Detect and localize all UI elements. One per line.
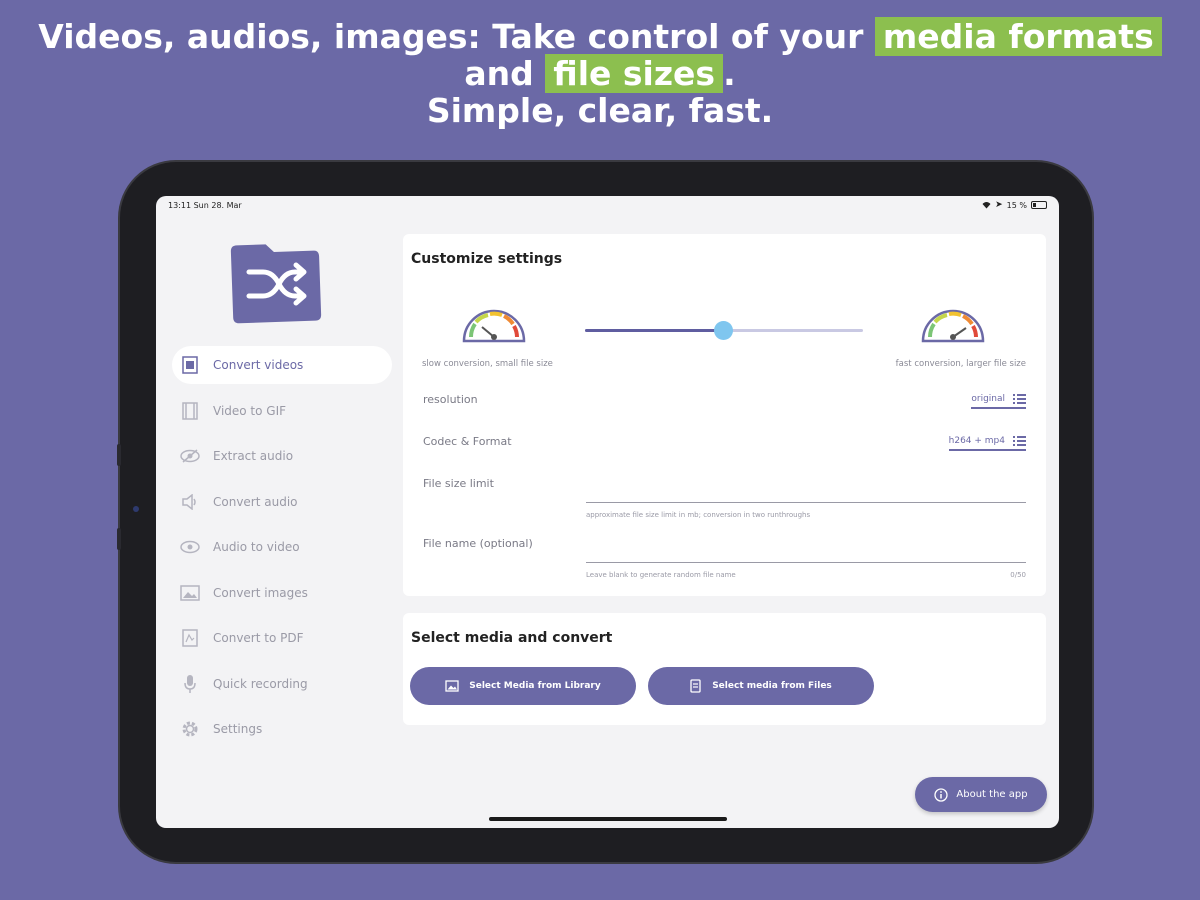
- fast-speed-gauge-icon: [921, 309, 985, 343]
- sidebar-item-convert-audio[interactable]: Convert audio: [172, 483, 392, 521]
- fast-conversion-label: fast conversion, larger file size: [895, 359, 1026, 369]
- pdf-icon: [180, 628, 200, 648]
- file-name-hint: Leave blank to generate random file name: [586, 571, 736, 579]
- slider-thumb[interactable]: [714, 321, 733, 340]
- battery-percent: 15 %: [1006, 200, 1027, 210]
- list-icon: [1013, 436, 1026, 446]
- film-icon: [180, 401, 200, 421]
- sidebar-item-label: Convert videos: [213, 358, 304, 372]
- about-button-label: About the app: [956, 789, 1028, 800]
- headline-line1: Videos, audios, images: Take control of …: [38, 17, 875, 56]
- home-indicator: [489, 817, 727, 821]
- image-icon: [180, 583, 200, 603]
- file-name-label: File name (optional): [423, 537, 533, 550]
- app-screen: 13:11 Sun 28. Mar ➤ 15 % Convert videos …: [156, 196, 1059, 828]
- customize-settings-title: Customize settings: [411, 251, 563, 267]
- document-icon: [690, 679, 701, 693]
- files-button-label: Select media from Files: [712, 681, 832, 691]
- camera-icon: [133, 506, 139, 512]
- file-size-limit-label: File size limit: [423, 477, 494, 490]
- sidebar-item-label: Quick recording: [213, 676, 308, 691]
- sidebar-item-label: Settings: [213, 722, 263, 736]
- headline-highlight-formats: media formats: [874, 17, 1162, 56]
- codec-format-value: h264 + mp4: [948, 436, 1005, 446]
- sidebar-item-convert-to-pdf[interactable]: Convert to PDF: [172, 619, 392, 657]
- resolution-select[interactable]: original: [971, 394, 1026, 409]
- list-icon: [1013, 394, 1026, 404]
- sidebar-item-label: Extract audio: [213, 449, 294, 463]
- eye-icon: [180, 537, 200, 557]
- resolution-value: original: [971, 394, 1005, 404]
- status-time: 13:11 Sun 28. Mar: [168, 201, 242, 210]
- codec-format-select[interactable]: h264 + mp4: [948, 436, 1026, 451]
- slow-speed-gauge-icon: [462, 309, 526, 343]
- select-media-title: Select media and convert: [411, 630, 613, 646]
- customize-settings-card: Customize settings slow conversion, smal…: [403, 234, 1046, 596]
- file-name-input[interactable]: [586, 562, 1026, 563]
- sidebar-item-convert-videos[interactable]: Convert videos: [172, 346, 392, 384]
- headline-line2-end: .: [723, 54, 736, 93]
- gear-icon: [180, 719, 200, 739]
- headline-highlight-sizes: file sizes: [545, 54, 724, 93]
- sidebar-item-extract-audio[interactable]: Extract audio: [172, 437, 392, 475]
- sidebar-item-label: Convert images: [213, 585, 308, 600]
- conversion-speed-slider[interactable]: [585, 321, 863, 340]
- resolution-label: resolution: [423, 393, 478, 406]
- marketing-headline: Videos, audios, images: Take control of …: [0, 17, 1200, 130]
- eye-slash-icon: [180, 446, 200, 466]
- slider-fill: [585, 329, 724, 332]
- file-name-counter: 0/50: [1010, 571, 1026, 579]
- slow-conversion-label: slow conversion, small file size: [422, 359, 553, 369]
- sidebar-item-convert-images[interactable]: Convert images: [172, 574, 392, 612]
- about-app-button[interactable]: About the app: [915, 777, 1047, 812]
- location-icon: ➤: [995, 200, 1003, 210]
- file-size-limit-input[interactable]: [586, 502, 1026, 503]
- sidebar-item-label: Audio to video: [213, 540, 300, 554]
- info-icon: [934, 787, 949, 802]
- headline-line2: and: [464, 54, 546, 93]
- sidebar-item-label: Convert to PDF: [213, 631, 304, 645]
- sidebar-item-audio-to-video[interactable]: Audio to video: [172, 528, 392, 566]
- app-logo-icon: [230, 244, 322, 324]
- microphone-icon: [180, 674, 200, 694]
- sidebar-item-settings[interactable]: Settings: [172, 710, 392, 748]
- headline-line3: Simple, clear, fast.: [426, 91, 774, 130]
- status-bar: 13:11 Sun 28. Mar ➤ 15 %: [156, 196, 1059, 216]
- select-from-library-button[interactable]: Select Media from Library: [410, 667, 636, 705]
- volume-button: [117, 528, 121, 550]
- sidebar-item-label: Convert audio: [213, 494, 298, 509]
- select-from-files-button[interactable]: Select media from Files: [648, 667, 874, 705]
- sidebar-nav: Convert videos Video to GIF Extract audi…: [172, 346, 392, 756]
- file-size-hint: approximate file size limit in mb; conve…: [586, 511, 811, 519]
- video-file-icon: [180, 355, 200, 375]
- volume-button: [117, 444, 121, 466]
- codec-format-label: Codec & Format: [423, 435, 512, 448]
- library-button-label: Select Media from Library: [469, 681, 601, 691]
- sidebar-item-quick-recording[interactable]: Quick recording: [172, 665, 392, 703]
- photo-library-icon: [445, 680, 459, 692]
- sidebar-item-video-to-gif[interactable]: Video to GIF: [172, 392, 392, 430]
- battery-icon: [1031, 201, 1047, 209]
- wifi-icon: [982, 202, 991, 209]
- speaker-icon: [180, 492, 200, 512]
- select-media-card: Select media and convert Select Media fr…: [403, 613, 1046, 725]
- sidebar-item-label: Video to GIF: [213, 403, 287, 418]
